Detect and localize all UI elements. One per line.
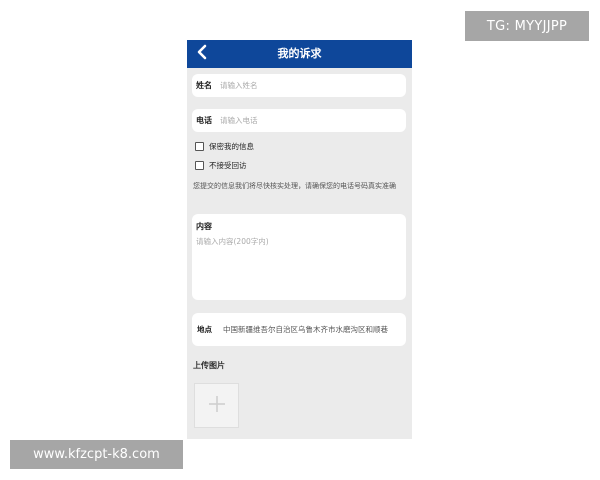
content-label: 内容: [196, 222, 212, 231]
name-input[interactable]: [220, 78, 402, 93]
plus-icon: [208, 395, 226, 417]
phone-input[interactable]: [220, 113, 402, 128]
add-image-button[interactable]: [194, 383, 239, 428]
content-field: 内容: [192, 214, 406, 300]
watermark-top-right: TG: MYYJJPP: [465, 11, 589, 41]
upload-label: 上传图片: [193, 361, 225, 370]
content-textarea[interactable]: [196, 236, 402, 294]
location-field[interactable]: 地点 中国新疆维吾尔自治区乌鲁木齐市水磨沟区和顺巷: [192, 313, 406, 346]
keep-private-option[interactable]: 保密我的信息: [195, 139, 254, 153]
no-callback-option[interactable]: 不接受回访: [195, 158, 247, 172]
no-callback-label: 不接受回访: [209, 160, 247, 170]
name-field-row: 姓名: [192, 74, 406, 97]
page-title: 我的诉求: [277, 47, 322, 60]
watermark-bottom-left: www.kfzcpt-k8.com: [10, 440, 183, 469]
location-value: 中国新疆维吾尔自治区乌鲁木齐市水磨沟区和顺巷: [223, 325, 388, 334]
phone-label: 电话: [196, 116, 212, 125]
location-label: 地点: [197, 325, 212, 334]
no-callback-checkbox[interactable]: [195, 160, 204, 170]
notice-text: 您提交的信息我们将尽快核实处理，请确保您的电话号码真实准确: [193, 182, 396, 190]
app-screen: 我的诉求 姓名 电话 保密我的信息 不接受回访 您提交的信息我们将尽快核实处理，…: [187, 40, 412, 439]
nav-bar: 我的诉求: [187, 40, 412, 68]
keep-private-label: 保密我的信息: [209, 141, 254, 151]
phone-field-row: 电话: [192, 109, 406, 132]
keep-private-checkbox[interactable]: [195, 141, 204, 151]
name-label: 姓名: [196, 81, 212, 90]
